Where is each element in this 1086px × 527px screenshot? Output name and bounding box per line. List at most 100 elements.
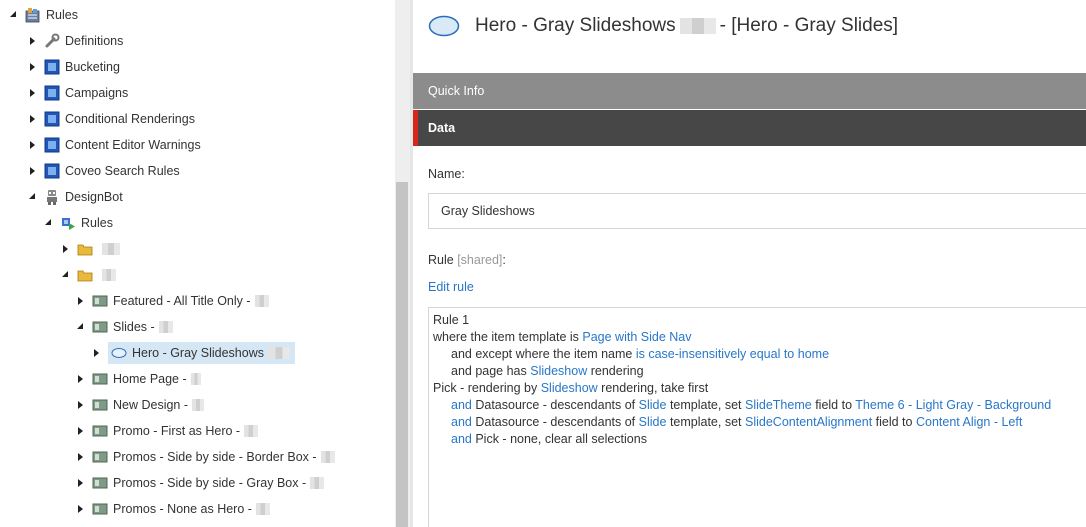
rule-conjunction-link[interactable]: and — [451, 415, 472, 429]
redacted-label — [310, 477, 325, 489]
expand-arrow-icon[interactable] — [75, 296, 85, 306]
tree-item-campaigns[interactable]: Campaigns — [27, 82, 128, 104]
rules-folder-icon — [25, 7, 41, 23]
expand-arrow-icon[interactable] — [91, 348, 101, 358]
title-item-name: Hero - Gray Slideshows — [475, 15, 676, 36]
expand-arrow-icon[interactable] — [27, 88, 37, 98]
expand-arrow-icon[interactable] — [27, 114, 37, 124]
tree-item-home-page[interactable]: Home Page - — [75, 368, 201, 390]
rule-text: Datasource - descendants of — [475, 415, 636, 429]
expand-arrow-icon[interactable] — [75, 478, 85, 488]
rule-label-colon: : — [502, 253, 506, 267]
edit-rule-link[interactable]: Edit rule — [428, 280, 474, 294]
tree-item-definitions[interactable]: Definitions — [27, 30, 123, 52]
rule-field-label: Rule [shared]: — [428, 253, 506, 267]
rule-param-link[interactable]: home — [798, 347, 829, 361]
tree-item-slides[interactable]: Slides - — [75, 316, 173, 338]
redacted-label — [320, 451, 335, 463]
expand-arrow-icon[interactable] — [60, 244, 70, 254]
rule-param-link[interactable]: Content Align - Left — [916, 415, 1022, 429]
rule-param-link[interactable]: Slide — [639, 415, 667, 429]
tree-item-folder-2[interactable] — [60, 264, 116, 286]
rule-text: template, set — [669, 398, 742, 412]
redacted-label — [102, 269, 116, 281]
redacted-label — [679, 17, 716, 34]
rule-text: Pick - rendering by — [433, 381, 538, 395]
expand-arrow-icon[interactable] — [27, 62, 37, 72]
tree-item-content-editor-warnings[interactable]: Content Editor Warnings — [27, 134, 201, 156]
tree-label: Campaigns — [65, 86, 129, 100]
tree-item-promos-gray[interactable]: Promos - Side by side - Gray Box - — [75, 472, 325, 494]
rule-conjunction-link[interactable]: and — [451, 398, 472, 412]
tree-label: Promos - Side by side - Gray Box - — [113, 476, 307, 490]
tree-item-hero-gray-slideshows[interactable]: Hero - Gray Slideshows — [91, 342, 295, 364]
rule-param-link[interactable]: Page with Side Nav — [582, 330, 691, 344]
tree-item-promo-first[interactable]: Promo - First as Hero - — [75, 420, 259, 442]
tree-label: Promos - Side by side - Border Box - — [113, 450, 317, 464]
expand-arrow-icon[interactable] — [75, 452, 85, 462]
rule-icon — [92, 423, 108, 439]
expand-arrow-icon[interactable] — [75, 504, 85, 514]
collapse-arrow-icon[interactable] — [75, 322, 85, 332]
ellipse-icon — [111, 345, 127, 361]
rule-icon — [92, 319, 108, 335]
tree-label: Promo - First as Hero - — [113, 424, 241, 438]
tree-item-designbot[interactable]: DesignBot — [27, 186, 123, 208]
tree-item-new-design[interactable]: New Design - — [75, 394, 205, 416]
tree-item-featured[interactable]: Featured - All Title Only - — [75, 290, 269, 312]
tree-label: Featured - All Title Only - — [113, 294, 251, 308]
collapse-arrow-icon[interactable] — [8, 10, 18, 20]
rules-play-icon — [60, 215, 76, 231]
rule-line: Pick - rendering by Slideshow rendering,… — [433, 380, 1086, 397]
rule-param-link[interactable]: SlideContentAlignment — [745, 415, 872, 429]
rule-conjunction-link[interactable]: and — [451, 432, 472, 446]
expand-arrow-icon[interactable] — [27, 166, 37, 176]
section-data[interactable]: Data — [413, 110, 1086, 146]
rule-text: where the item template is — [433, 330, 579, 344]
rule-text: Rule 1 — [433, 313, 470, 327]
redacted-label — [268, 347, 290, 359]
tree-label: Content Editor Warnings — [65, 138, 201, 152]
ellipse-icon — [428, 15, 460, 37]
rule-icon — [92, 475, 108, 491]
rule-text: and page has — [451, 364, 527, 378]
section-quick-info[interactable]: Quick Info — [413, 73, 1086, 109]
expand-arrow-icon[interactable] — [75, 374, 85, 384]
expand-arrow-icon[interactable] — [75, 426, 85, 436]
rule-line: and except where the item name is case-i… — [433, 346, 1086, 363]
tree-item-rules-root[interactable]: Rules — [8, 4, 78, 26]
tree-item-folder-1[interactable] — [60, 238, 120, 260]
rule-line: and page has Slideshow rendering — [433, 363, 1086, 380]
collapse-arrow-icon[interactable] — [43, 218, 53, 228]
expand-arrow-icon[interactable] — [27, 36, 37, 46]
redacted-label — [158, 321, 173, 333]
collapse-arrow-icon[interactable] — [27, 192, 37, 202]
rule-param-link[interactable]: Slideshow — [541, 381, 598, 395]
tree-label: Definitions — [65, 34, 124, 48]
tree-item-promos-none[interactable]: Promos - None as Hero - — [75, 498, 270, 520]
expand-arrow-icon[interactable] — [27, 140, 37, 150]
tree-item-promos-border[interactable]: Promos - Side by side - Border Box - — [75, 446, 335, 468]
rule-param-link[interactable]: Slide — [639, 398, 667, 412]
rule-line: Rule 1 — [433, 312, 1086, 329]
name-field[interactable] — [428, 193, 1086, 229]
rule-param-link[interactable]: Theme 6 - Light Gray - Background — [855, 398, 1051, 412]
selected-item-highlight[interactable]: Hero - Gray Slideshows — [108, 342, 295, 364]
tree-item-bucketing[interactable]: Bucketing — [27, 56, 120, 78]
rule-param-link[interactable]: SlideTheme — [745, 398, 812, 412]
tree-label: Home Page - — [113, 372, 187, 386]
tree-item-coveo-search-rules[interactable]: Coveo Search Rules — [27, 160, 180, 182]
folder-icon — [77, 241, 93, 257]
expand-arrow-icon[interactable] — [75, 400, 85, 410]
rule-editor[interactable]: Rule 1 where the item template is Page w… — [428, 307, 1086, 527]
rule-param-link[interactable]: Slideshow — [530, 364, 587, 378]
tree-scrollbar-thumb[interactable] — [396, 182, 408, 527]
title-display-name: - [Hero - Gray Slides] — [719, 15, 899, 36]
tree-item-conditional-renderings[interactable]: Conditional Renderings — [27, 108, 195, 130]
collapse-arrow-icon[interactable] — [60, 270, 70, 280]
tree-item-designbot-rules[interactable]: Rules — [43, 212, 113, 234]
rule-operator-link[interactable]: is case-insensitively equal to — [636, 347, 794, 361]
redacted-label — [102, 243, 120, 255]
redacted-label — [244, 425, 259, 437]
tree-label: Hero - Gray Slideshows — [132, 346, 264, 360]
